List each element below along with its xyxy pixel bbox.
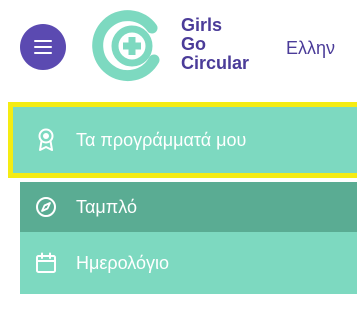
- nav-item-my-programs[interactable]: Τα προγράμματά μου: [8, 102, 357, 178]
- logo-word-go: Go: [181, 34, 206, 54]
- menu-button[interactable]: [20, 24, 66, 70]
- logo-word-circular: Circular: [181, 53, 250, 73]
- app-root: Girls Go Circular Ελλην Τα προγράμματά μ…: [0, 0, 357, 310]
- nav-label-calendar: Ημερολόγιο: [76, 252, 170, 273]
- sidebar-nav: Τα προγράμματά μου Ταμπλό Ημερολόγιο: [8, 102, 357, 294]
- nav-label-dashboard: Ταμπλό: [76, 196, 137, 217]
- nav-label-my-programs: Τα προγράμματά μου: [76, 129, 247, 150]
- brand-logo[interactable]: Girls Go Circular: [90, 10, 270, 82]
- nav-item-calendar[interactable]: Ημερολόγιο: [20, 232, 357, 294]
- language-selector[interactable]: Ελλην: [286, 38, 335, 59]
- logo-wordmark: Girls Go Circular: [181, 16, 249, 73]
- calendar-icon: [34, 251, 58, 275]
- header: Girls Go Circular Ελλην: [0, 0, 357, 92]
- logo-mark-icon: [92, 10, 160, 82]
- nav-item-dashboard[interactable]: Ταμπλό: [20, 182, 357, 232]
- hamburger-menu-icon: [34, 40, 52, 54]
- logo-word-girls: Girls: [181, 15, 223, 35]
- award-ribbon-icon: [34, 128, 58, 152]
- compass-icon: [34, 195, 58, 219]
